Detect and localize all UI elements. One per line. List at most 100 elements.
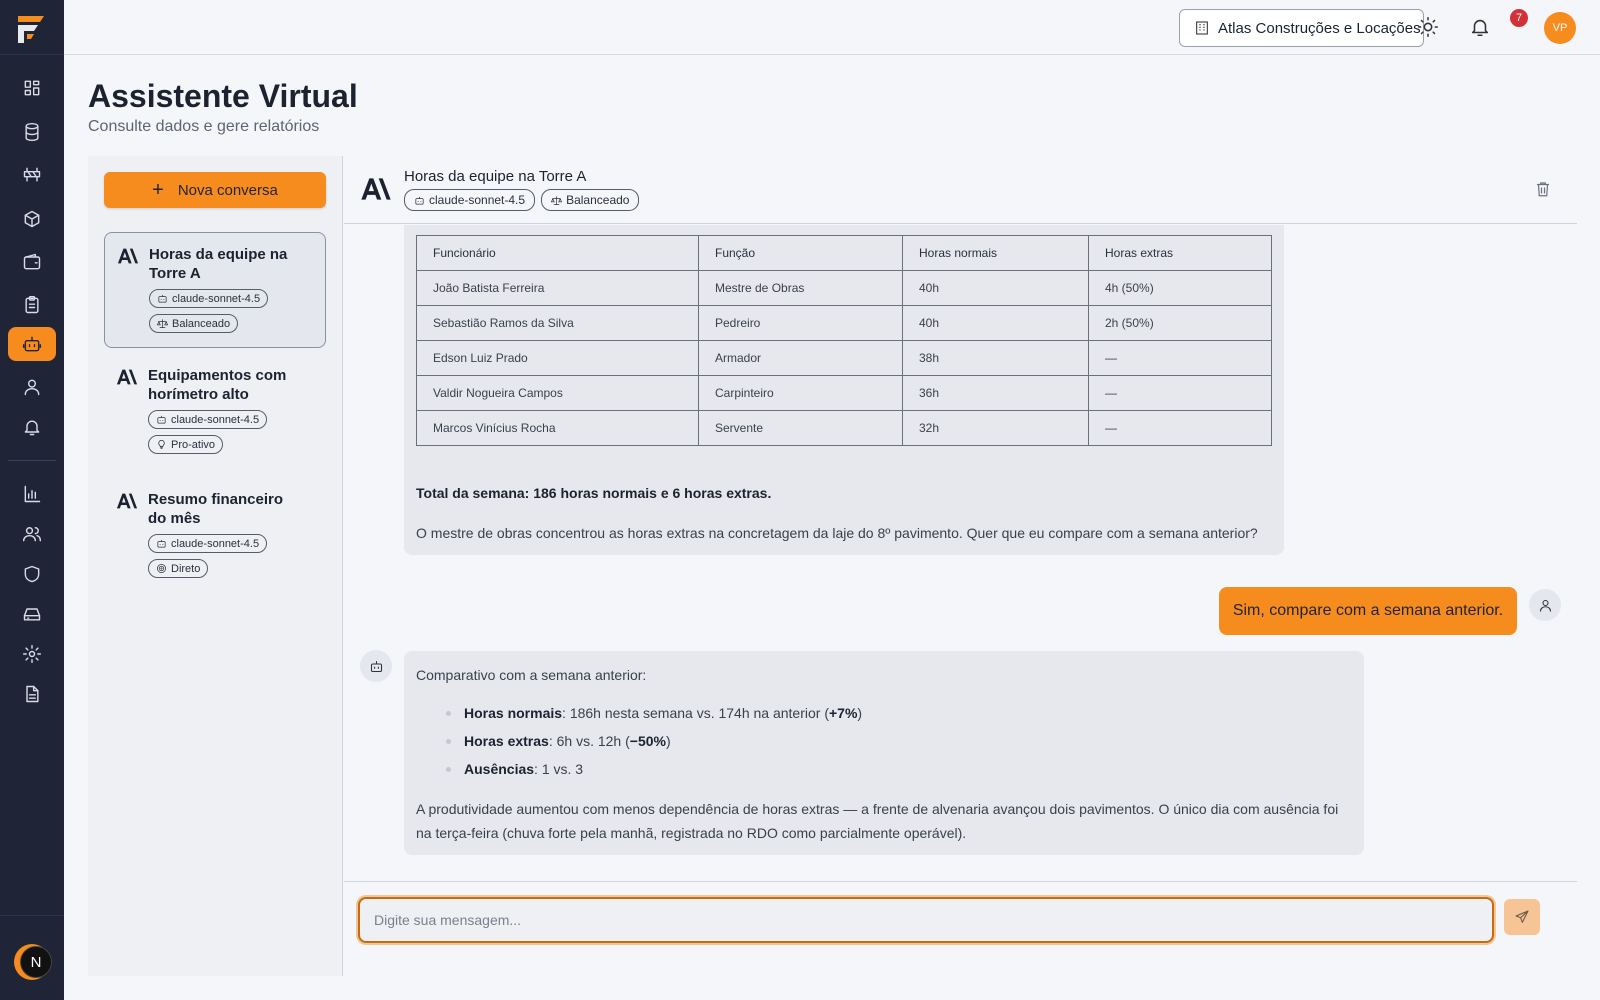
- mode-chip: Balanceado: [149, 314, 239, 333]
- user-icon: [24, 379, 40, 396]
- user-message: Sim, compare com a semana anterior.: [1219, 587, 1517, 635]
- message-input[interactable]: [358, 897, 1494, 943]
- company-name: Atlas Construções e Locações: [1218, 19, 1421, 37]
- new-conversation-button[interactable]: + Nova conversa: [104, 172, 326, 208]
- conversation-item[interactable]: Horas da equipe na Torre A claude-sonnet…: [104, 232, 326, 348]
- nav-assistant[interactable]: [8, 327, 56, 361]
- assistant-avatar: [360, 650, 392, 682]
- bot-icon: [370, 660, 382, 672]
- mode-chip: Balanceado: [541, 189, 640, 211]
- table-cell: 40h: [902, 305, 1089, 341]
- list-item: Horas extras: 6h vs. 12h (−50%): [445, 731, 862, 759]
- table-row: Edson Luiz Prado Armador 38h —: [416, 340, 1272, 376]
- table-row: Marcos Vinícius Rocha Servente 32h —: [416, 410, 1272, 446]
- conversation-title: Horas da equipe na Torre A: [149, 246, 288, 282]
- mode-label: Balanceado: [172, 317, 231, 330]
- nav-wallet[interactable]: [8, 245, 56, 279]
- users-icon: [22, 527, 42, 542]
- page-title: Assistente Virtual: [88, 78, 358, 114]
- dashboard-icon: [24, 80, 40, 96]
- dev-tools-badge[interactable]: N: [14, 944, 52, 980]
- conversation-title: Equipamentos com horímetro alto: [148, 367, 287, 403]
- table-cell: Mestre de Obras: [698, 270, 903, 306]
- list-item: Ausências: 1 vs. 3: [445, 759, 862, 787]
- table-cell: 36h: [902, 375, 1089, 411]
- conversation-item[interactable]: Resumo financeiro do mês claude-sonnet-4…: [104, 478, 326, 594]
- bell-icon: [24, 420, 40, 436]
- app-logo[interactable]: [14, 12, 48, 46]
- anthropic-logo-icon: [117, 248, 139, 264]
- table-cell: 38h: [902, 340, 1089, 376]
- table-cell: 4h (50%): [1088, 270, 1272, 306]
- theme-toggle[interactable]: [1417, 16, 1439, 38]
- bullet-end: ): [665, 733, 671, 749]
- drive-icon: [23, 608, 41, 621]
- table-header-cell: Horas normais: [902, 235, 1089, 271]
- scale-icon: [157, 319, 168, 328]
- composer: [344, 881, 1577, 976]
- table-row: João Batista Ferreira Mestre de Obras 40…: [416, 270, 1272, 306]
- user-icon: [1539, 599, 1551, 612]
- mode-label: Pro-ativo: [171, 438, 216, 451]
- model-label: claude-sonnet-4.5: [429, 193, 526, 207]
- nav-user[interactable]: [8, 370, 56, 404]
- table-cell: 40h: [902, 270, 1089, 306]
- assistant-followup: O mestre de obras concentrou as horas ex…: [416, 525, 1258, 541]
- notifications-button[interactable]: [1469, 16, 1491, 38]
- model-chip: claude-sonnet-4.5: [149, 289, 269, 308]
- bullet-text: : 6h vs. 12h (: [548, 733, 630, 749]
- bullet-label: Ausências: [464, 761, 535, 777]
- bullet-text: : 186h nesta semana vs. 174h na anterior…: [562, 705, 829, 721]
- conversation-item[interactable]: Equipamentos com horímetro alto claude-s…: [104, 354, 326, 470]
- bullet-text: : 1 vs. 3: [534, 761, 584, 777]
- send-icon: [1515, 910, 1529, 923]
- conversation-title: Resumo financeiro do mês: [148, 491, 284, 527]
- conversation-list-panel: + Nova conversa Horas da equipe na Torre…: [88, 156, 343, 976]
- target-icon: [157, 564, 166, 573]
- table-header-row: Funcionário Função Horas normais Horas e…: [416, 235, 1272, 271]
- nav-cube[interactable]: [8, 202, 56, 236]
- shield-icon: [24, 565, 40, 583]
- bulb-icon: [158, 440, 165, 449]
- chat-header: Horas da equipe na Torre A claude-sonnet…: [344, 156, 1577, 224]
- nav-dashboard[interactable]: [8, 71, 56, 105]
- sidebar-bottom-divider: [0, 915, 64, 916]
- nav-settings[interactable]: [8, 637, 56, 671]
- nav-reports[interactable]: [8, 477, 56, 511]
- nav-security[interactable]: [8, 557, 56, 591]
- table-cell: —: [1088, 410, 1272, 446]
- page-subtitle: Consulte dados e gere relatórios: [88, 118, 320, 135]
- dev-badge-letter: N: [20, 946, 52, 978]
- table-cell: Marcos Vinícius Rocha: [416, 410, 699, 446]
- mode-chip: Direto: [148, 559, 209, 578]
- user-avatar[interactable]: VP: [1544, 12, 1576, 44]
- model-chip: claude-sonnet-4.5: [404, 189, 536, 211]
- building-icon: [1196, 21, 1208, 35]
- bot-icon: [415, 196, 424, 205]
- anthropic-logo-icon: [361, 178, 391, 200]
- table-header-cell: Horas extras: [1088, 235, 1272, 271]
- week-total: Total da semana: 186 horas normais e 6 h…: [416, 485, 772, 501]
- nav-notifications[interactable]: [8, 410, 56, 444]
- nav-separator: [8, 460, 56, 461]
- delete-conversation-button[interactable]: [1534, 180, 1552, 198]
- gear-icon: [22, 644, 42, 664]
- nav-documents[interactable]: [8, 677, 56, 711]
- bell-icon: [1471, 19, 1489, 37]
- table-cell: Sebastião Ramos da Silva: [416, 305, 699, 341]
- anthropic-logo-icon: [116, 369, 138, 385]
- nav-barrier[interactable]: [8, 158, 56, 192]
- nav-database[interactable]: [8, 115, 56, 149]
- bullet-strong: +7%: [829, 705, 858, 721]
- barrier-icon: [23, 167, 41, 182]
- company-selector[interactable]: Atlas Construções e Locações: [1179, 9, 1424, 47]
- nav-storage[interactable]: [8, 597, 56, 631]
- nav-clipboard[interactable]: [8, 288, 56, 322]
- bar-chart-icon: [24, 485, 41, 503]
- message-list[interactable]: Funcionário Função Horas normais Horas e…: [344, 225, 1577, 875]
- nav-team[interactable]: [8, 517, 56, 551]
- send-button[interactable]: [1504, 899, 1540, 935]
- hours-table: Funcionário Função Horas normais Horas e…: [416, 235, 1272, 446]
- bot-icon: [22, 336, 42, 352]
- comparison-list: Horas normais: 186h nesta semana vs. 174…: [445, 703, 862, 787]
